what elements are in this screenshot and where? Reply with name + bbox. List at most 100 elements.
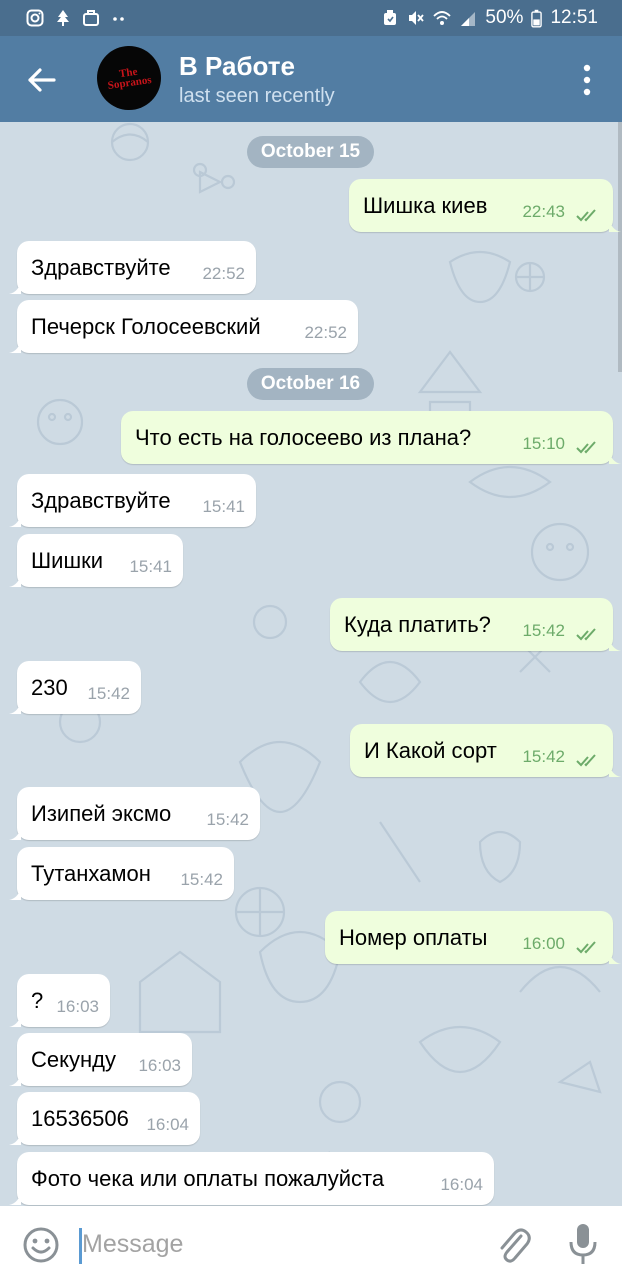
avatar[interactable]: The Sopranos: [97, 46, 161, 110]
message-text: Секунду: [31, 1046, 116, 1072]
message-time: 15:10: [522, 434, 565, 453]
battery-icon: [531, 9, 543, 27]
message-text: Шишка киев: [363, 192, 488, 218]
incoming-message[interactable]: 16536506 16:04: [9, 1092, 200, 1145]
message-text: ?: [31, 987, 44, 1013]
read-check-icon: [576, 209, 596, 222]
clock: 12:51: [550, 7, 598, 28]
incoming-message[interactable]: Фото чека или оплаты пожалуйста 16:04: [9, 1152, 494, 1205]
message-time: 15:41: [202, 497, 245, 516]
incoming-message[interactable]: Печерск Голосеевский 22:52: [9, 300, 358, 353]
alarm-icon: [384, 10, 397, 25]
status-bar-left: [0, 9, 128, 27]
message-time: 16:00: [522, 934, 565, 953]
message-text: Изипей эксмо: [31, 800, 172, 826]
bubble-tail: [9, 573, 21, 587]
message-time: 16:04: [440, 1175, 483, 1194]
message-text: Печерск Голосеевский: [31, 313, 261, 339]
message-time: 15:42: [206, 810, 249, 829]
bubble-tail: [9, 826, 21, 840]
bubble-tail: [9, 513, 21, 527]
message-text: Тутанхамон: [31, 860, 151, 886]
bubble-tail: [9, 1072, 21, 1086]
battery-percent: 50%: [485, 7, 524, 28]
message-text: Здравствуйте: [31, 254, 171, 280]
message-input[interactable]: [82, 1224, 462, 1264]
mute-icon: [409, 11, 425, 25]
message-time: 15:41: [129, 557, 172, 576]
read-check-icon: [576, 941, 596, 954]
more-options-icon[interactable]: [572, 62, 602, 98]
chat-title[interactable]: В Работе: [179, 51, 295, 82]
message-time: 22:52: [304, 323, 347, 342]
message-time: 22:52: [202, 264, 245, 283]
bubble-tail: [9, 339, 21, 353]
message-time: 16:03: [56, 997, 99, 1016]
incoming-message[interactable]: Изипей эксмо 15:42: [9, 787, 260, 840]
message-time: 15:42: [180, 870, 223, 889]
outgoing-message[interactable]: Куда платить? 15:42: [330, 598, 621, 651]
message-time: 15:42: [87, 684, 130, 703]
bubble-tail: [9, 1131, 21, 1145]
bubble-tail: [9, 1013, 21, 1027]
incoming-message[interactable]: Здравствуйте 22:52: [9, 241, 256, 294]
incoming-message[interactable]: Здравствуйте 15:41: [9, 474, 256, 527]
signal-icon: [461, 12, 476, 26]
message-text: Куда платить?: [344, 611, 491, 637]
message-list[interactable]: October 15 Шишка киев 22:43 Здравствуйте 22:…: [0, 122, 622, 1206]
bubble-tail: [9, 1191, 21, 1205]
message-time: 16:04: [146, 1115, 189, 1134]
message-composer: [0, 1206, 622, 1280]
outgoing-message[interactable]: Номер оплаты 16:00: [325, 911, 621, 964]
incoming-message[interactable]: ? 16:03: [9, 974, 110, 1027]
message-text: Здравствуйте: [31, 487, 171, 513]
date-separator: October 16: [247, 368, 374, 400]
attach-icon[interactable]: [494, 1224, 532, 1266]
bubble-tail: [609, 950, 621, 964]
bubble-tail: [609, 218, 621, 232]
status-bar-right: 50% 12:51: [381, 7, 622, 29]
bubble-tail: [9, 886, 21, 900]
message-text: 16536506: [31, 1105, 129, 1131]
microphone-icon[interactable]: [566, 1222, 600, 1266]
read-check-icon: [576, 441, 596, 454]
message-time: 15:42: [522, 621, 565, 640]
scrollbar[interactable]: [618, 122, 622, 372]
avatar-logo: The Sopranos: [97, 64, 161, 93]
bubble-tail: [609, 637, 621, 651]
message-text: Фото чека или оплаты пожалуйста: [31, 1165, 385, 1191]
message-text: 230: [31, 674, 68, 700]
read-check-icon: [576, 754, 596, 767]
instagram-icon: [26, 9, 44, 27]
message-text: И Какой сорт: [364, 737, 497, 763]
back-arrow-icon[interactable]: [22, 60, 62, 100]
avatar-text: The Sopranos: [107, 65, 153, 92]
outgoing-message[interactable]: Что есть на голосеево из плана? 15:10: [121, 411, 621, 464]
date-separator: October 15: [247, 136, 374, 168]
message-time: 15:42: [522, 747, 565, 766]
bubble-tail: [9, 700, 21, 714]
message-text: Шишки: [31, 547, 104, 573]
message-time: 22:43: [522, 202, 565, 221]
read-check-icon: [576, 628, 596, 641]
message-text: Номер оплаты: [339, 924, 488, 950]
message-text: Что есть на голосеево из плана?: [135, 424, 472, 450]
tree-icon: [57, 10, 69, 26]
status-bar: 50% 12:51: [0, 0, 622, 36]
bubble-tail: [9, 280, 21, 294]
incoming-message[interactable]: Тутанхамон 15:42: [9, 847, 234, 900]
outgoing-message[interactable]: И Какой сорт 15:42: [350, 724, 621, 777]
briefcase-icon: [83, 10, 99, 26]
bubble-tail: [609, 450, 621, 464]
incoming-message[interactable]: Секунду 16:03: [9, 1033, 192, 1086]
emoji-icon[interactable]: [22, 1226, 60, 1264]
outgoing-message[interactable]: Шишка киев 22:43: [349, 179, 621, 232]
incoming-message[interactable]: Шишки 15:41: [9, 534, 183, 587]
message-time: 16:03: [138, 1056, 181, 1075]
dots-icon: [113, 17, 124, 21]
last-seen-status: last seen recently: [179, 85, 335, 107]
chat-header: The Sopranos В Работе last seen recently: [0, 36, 622, 122]
bubble-tail: [609, 763, 621, 777]
wifi-icon: [433, 11, 452, 25]
incoming-message[interactable]: 230 15:42: [9, 661, 141, 714]
